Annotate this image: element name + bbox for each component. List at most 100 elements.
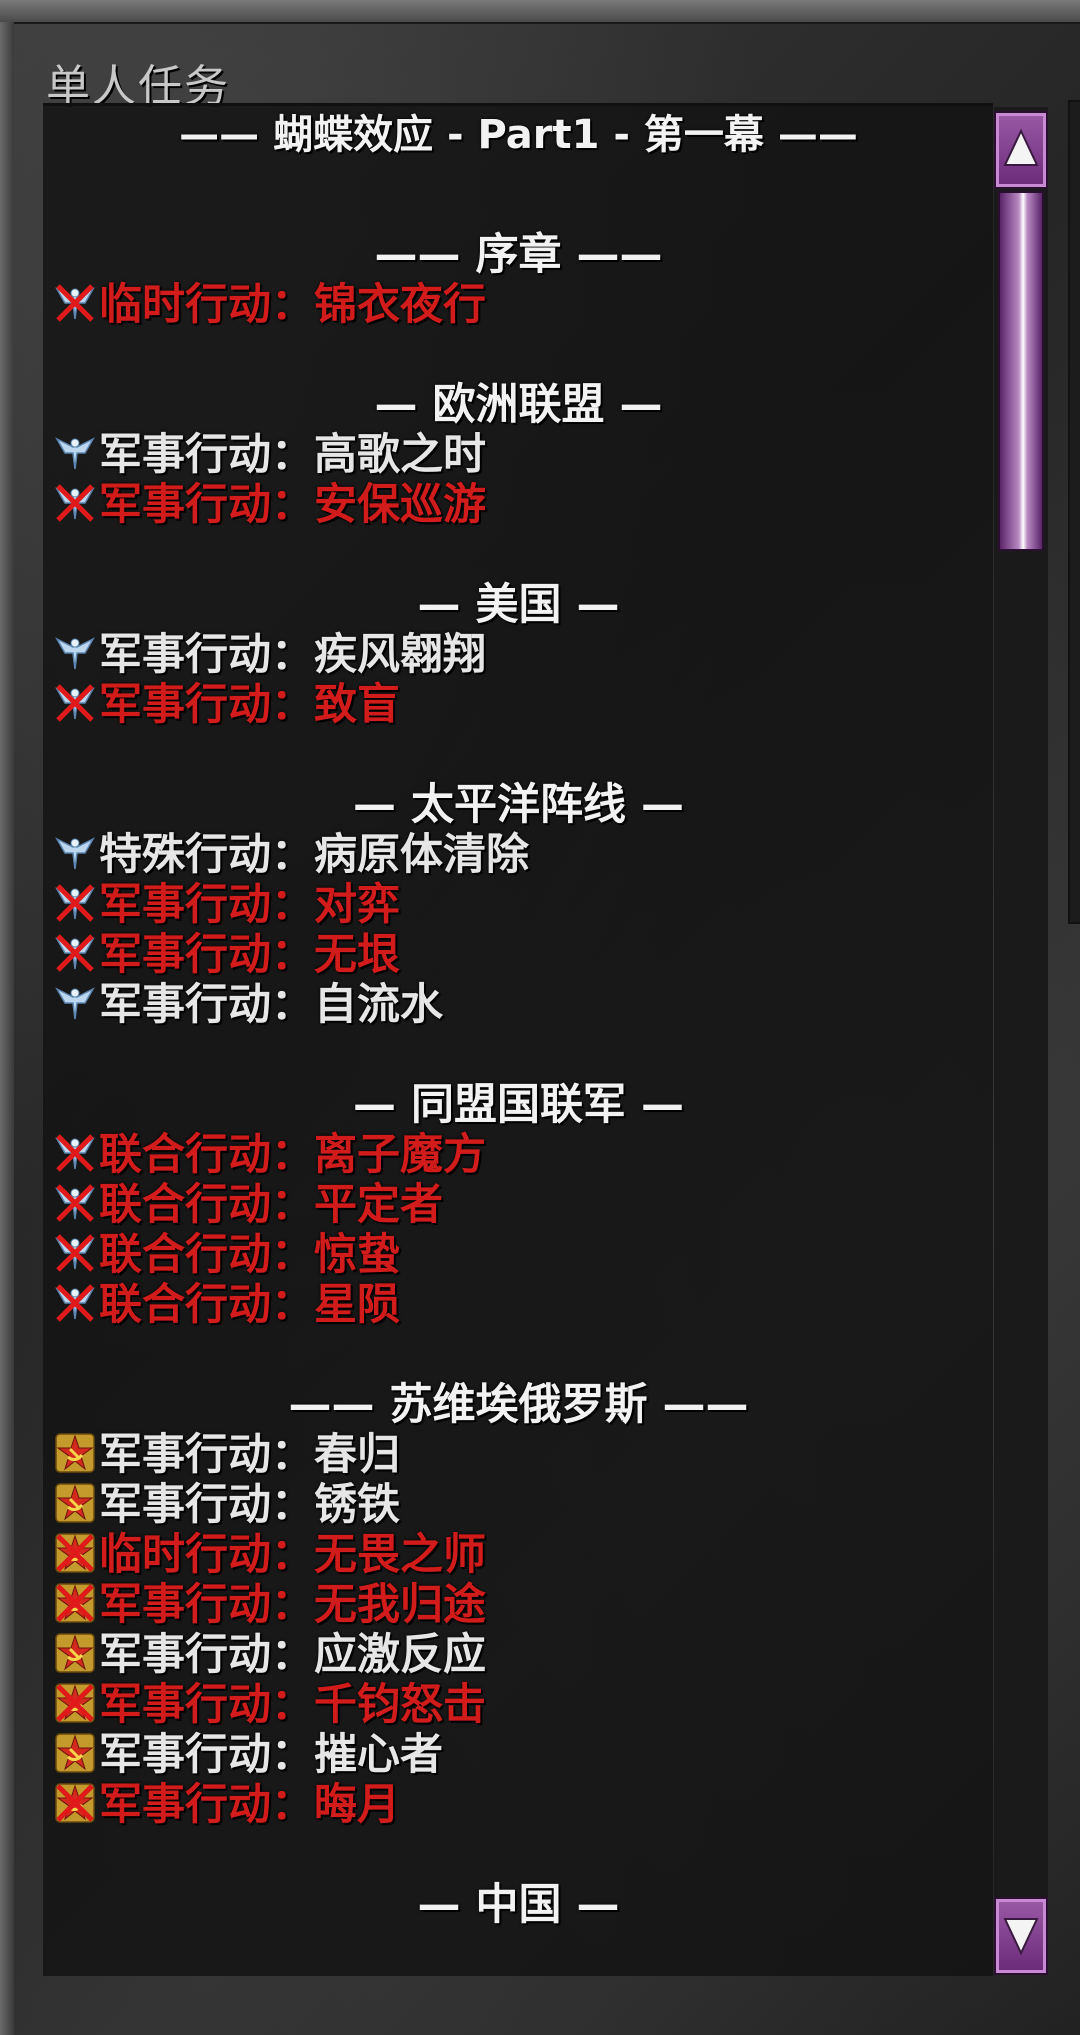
- scroll-up-button[interactable]: [994, 111, 1048, 189]
- allied-eagle-crossed-icon: [55, 1184, 95, 1222]
- mission-list-item[interactable]: 军事行动：致盲: [53, 680, 400, 730]
- mission-separator: ：: [271, 430, 314, 480]
- mission-list-item[interactable]: 联合行动：平定者: [53, 1180, 443, 1230]
- scroll-down-arrow-icon: [1003, 1918, 1039, 1956]
- mission-name: 疾风翱翔: [314, 630, 486, 680]
- mission-list-item[interactable]: 军事行动：高歌之时: [53, 430, 486, 480]
- mission-separator: ：: [271, 630, 314, 680]
- mission-type: 军事行动: [99, 1780, 271, 1830]
- scrollbar[interactable]: [994, 107, 1048, 1975]
- mission-separator: ：: [271, 1180, 314, 1230]
- mission-separator: ：: [271, 1630, 314, 1680]
- soviet-star-icon: [55, 1633, 95, 1673]
- mission-name: 病原体清除: [314, 830, 529, 880]
- mission-separator: ：: [271, 1230, 314, 1280]
- allied-eagle-crossed-icon: [55, 934, 95, 972]
- mission-separator: ：: [271, 1280, 314, 1330]
- allied-eagle-crossed-icon: [55, 284, 95, 322]
- section-header: — 欧洲联盟 —: [374, 380, 663, 430]
- mission-name: 高歌之时: [314, 430, 486, 480]
- mission-list-item[interactable]: 联合行动：惊蛰: [53, 1230, 400, 1280]
- mission-separator: ：: [271, 1480, 314, 1530]
- allied-eagle-icon: [55, 987, 95, 1020]
- mission-separator: ：: [271, 1430, 314, 1480]
- mission-list-item[interactable]: 军事行动：安保巡游: [53, 480, 486, 530]
- scroll-thumb[interactable]: [998, 191, 1044, 551]
- mission-type: 军事行动: [99, 880, 271, 930]
- mission-separator: ：: [271, 1130, 314, 1180]
- mission-separator: ：: [271, 280, 314, 330]
- mission-list-item[interactable]: 军事行动：自流水: [53, 980, 443, 1030]
- section-header: — 太平洋阵线 —: [353, 780, 684, 830]
- mission-list-item[interactable]: 军事行动：应激反应: [53, 1630, 486, 1680]
- allied-eagle-crossed-icon: [55, 484, 95, 522]
- mission-list-item[interactable]: 军事行动：无我归途: [53, 1580, 486, 1630]
- mission-list-item[interactable]: 联合行动：星陨: [53, 1280, 400, 1330]
- adjacent-panel-edge: [1068, 100, 1080, 924]
- mission-name: 锦衣夜行: [314, 280, 486, 330]
- mission-separator: ：: [271, 930, 314, 980]
- mission-name: 千钧怒击: [314, 1680, 486, 1730]
- soviet-star-crossed-icon: [55, 1583, 95, 1623]
- mission-list-item[interactable]: 军事行动：晦月: [53, 1780, 400, 1830]
- mission-list-item[interactable]: 军事行动：对弈: [53, 880, 400, 930]
- soviet-star-crossed-icon: [55, 1533, 95, 1573]
- mission-type: 军事行动: [99, 1430, 271, 1480]
- mission-separator: ：: [271, 480, 314, 530]
- mission-name: 无垠: [314, 930, 400, 980]
- allied-eagle-icon: [55, 437, 95, 470]
- mission-list-item[interactable]: 联合行动：离子魔方: [53, 1130, 486, 1180]
- mission-name: 惊蛰: [314, 1230, 400, 1280]
- soviet-star-icon: [55, 1433, 95, 1473]
- campaign-title: —— 蝴蝶效应 - Part1 - 第一幕 ——: [179, 112, 858, 158]
- mission-list-item[interactable]: 军事行动：摧心者: [53, 1730, 443, 1780]
- scroll-track[interactable]: [994, 191, 1048, 1893]
- mission-list-item[interactable]: 临时行动：锦衣夜行: [53, 280, 486, 330]
- mission-type: 军事行动: [99, 480, 271, 530]
- mission-name: 星陨: [314, 1280, 400, 1330]
- mission-separator: ：: [271, 980, 314, 1030]
- mission-list-item[interactable]: 军事行动：疾风翱翔: [53, 630, 486, 680]
- soviet-star-crossed-icon: [55, 1783, 95, 1823]
- mission-list-item[interactable]: 临时行动：无畏之师: [53, 1530, 486, 1580]
- mission-name: 离子魔方: [314, 1130, 486, 1180]
- mission-name: 平定者: [314, 1180, 443, 1230]
- window-top-border: [0, 0, 1080, 24]
- mission-list-item[interactable]: 军事行动：无垠: [53, 930, 400, 980]
- mission-list-item[interactable]: 军事行动：千钧怒击: [53, 1680, 486, 1730]
- mission-type: 联合行动: [99, 1230, 271, 1280]
- mission-type: 军事行动: [99, 1580, 271, 1630]
- mission-list-item[interactable]: 军事行动：春归: [53, 1430, 400, 1480]
- mission-name: 晦月: [314, 1780, 400, 1830]
- mission-name: 无我归途: [314, 1580, 486, 1630]
- mission-type: 特殊行动: [99, 830, 271, 880]
- mission-type: 军事行动: [99, 1680, 271, 1730]
- soviet-star-crossed-icon: [55, 1683, 95, 1723]
- section-header: —— 序章 ——: [374, 230, 663, 280]
- allied-eagle-crossed-icon: [55, 1284, 95, 1322]
- mission-list-item[interactable]: 军事行动：锈铁: [53, 1480, 400, 1530]
- mission-name: 安保巡游: [314, 480, 486, 530]
- allied-eagle-icon: [55, 837, 95, 870]
- allied-eagle-crossed-icon: [55, 1134, 95, 1172]
- mission-type: 军事行动: [99, 1630, 271, 1680]
- mission-name: 应激反应: [314, 1630, 486, 1680]
- allied-eagle-crossed-icon: [55, 684, 95, 722]
- mission-name: 自流水: [314, 980, 443, 1030]
- mission-type: 军事行动: [99, 630, 271, 680]
- window-left-border: [0, 22, 14, 2035]
- mission-type: 联合行动: [99, 1280, 271, 1330]
- mission-type: 军事行动: [99, 930, 271, 980]
- mission-type: 联合行动: [99, 1130, 271, 1180]
- mission-type: 临时行动: [99, 1530, 271, 1580]
- mission-separator: ：: [271, 1780, 314, 1830]
- mission-list[interactable]: —— 蝴蝶效应 - Part1 - 第一幕 —— —— 序章 —— 临时行动：锦衣夜…: [51, 106, 986, 1976]
- mission-separator: ：: [271, 1730, 314, 1780]
- mission-separator: ：: [271, 1580, 314, 1630]
- mission-name: 无畏之师: [314, 1530, 486, 1580]
- mission-separator: ：: [271, 680, 314, 730]
- mission-type: 军事行动: [99, 680, 271, 730]
- mission-separator: ：: [271, 1680, 314, 1730]
- scroll-down-button[interactable]: [994, 1897, 1048, 1975]
- mission-list-item[interactable]: 特殊行动：病原体清除: [53, 830, 529, 880]
